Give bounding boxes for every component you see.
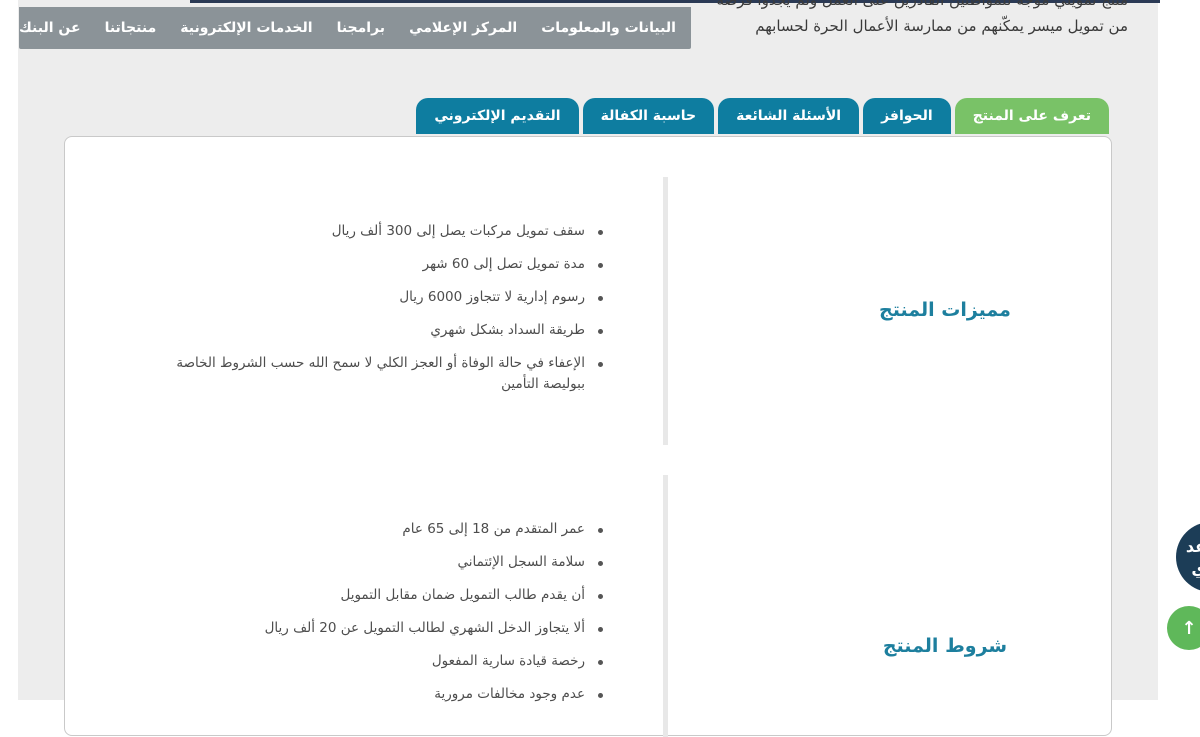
list-item: طريقة السداد بشكل شهري bbox=[147, 320, 607, 341]
nav-item-about-bank[interactable]: عن البنك bbox=[19, 20, 81, 36]
features-list: سقف تمويل مركبات يصل إلى 300 ألف ريال مد… bbox=[147, 221, 607, 407]
list-item: سقف تمويل مركبات يصل إلى 300 ألف ريال bbox=[147, 221, 607, 242]
right-margin bbox=[1158, 0, 1200, 700]
tab-faq[interactable]: الأسئلة الشائعة bbox=[718, 98, 860, 134]
tab-online-application[interactable]: التقديم الإلكتروني bbox=[416, 98, 579, 134]
list-item: ألا يتجاوز الدخل الشهري لطالب التمويل عن… bbox=[147, 618, 607, 639]
main-nav: عن البنك منتجاتنا الخدمات الإلكترونية بر… bbox=[19, 7, 691, 49]
tab-content-card: مميزات المنتج سقف تمويل مركبات يصل إلى 3… bbox=[64, 136, 1112, 737]
nav-item-data-information[interactable]: البيانات والمعلومات bbox=[541, 20, 676, 36]
nav-item-e-services[interactable]: الخدمات الإلكترونية bbox=[180, 20, 312, 36]
list-item: رسوم إدارية لا تتجاوز 6000 ريال bbox=[147, 287, 607, 308]
tab-guarantee-calculator[interactable]: حاسبة الكفالة bbox=[582, 98, 715, 134]
list-item: مدة تمويل تصل إلى 60 شهر bbox=[147, 254, 607, 275]
tab-incentives[interactable]: الحوافز bbox=[863, 98, 951, 134]
features-divider bbox=[663, 177, 668, 445]
tab-about-product[interactable]: تعرف على المنتج bbox=[954, 98, 1109, 134]
features-title: مميزات المنتج bbox=[879, 299, 1011, 321]
list-item: عمر المتقدم من 18 إلى 65 عام bbox=[147, 519, 607, 540]
list-item: رخصة قيادة سارية المفعول bbox=[147, 651, 607, 672]
nav-item-products[interactable]: منتجاتنا bbox=[105, 20, 157, 36]
nav-item-programs[interactable]: برامجنا bbox=[337, 20, 386, 36]
conditions-list: عمر المتقدم من 18 إلى 65 عام سلامة السجل… bbox=[147, 519, 607, 717]
list-item: عدم وجود مخالفات مرورية bbox=[147, 684, 607, 705]
conditions-divider bbox=[663, 475, 668, 737]
product-tabs: تعرف على المنتج الحوافز الأسئلة الشائعة … bbox=[416, 98, 1109, 134]
list-item: سلامة السجل الإئتماني bbox=[147, 552, 607, 573]
list-item: الإعفاء في حالة الوفاة أو العجز الكلي لا… bbox=[147, 353, 607, 395]
nav-item-media-center[interactable]: المركز الإعلامي bbox=[409, 20, 517, 36]
list-item: أن يقدم طالب التمويل ضمان مقابل التمويل bbox=[147, 585, 607, 606]
conditions-title: شروط المنتج bbox=[882, 635, 1008, 657]
